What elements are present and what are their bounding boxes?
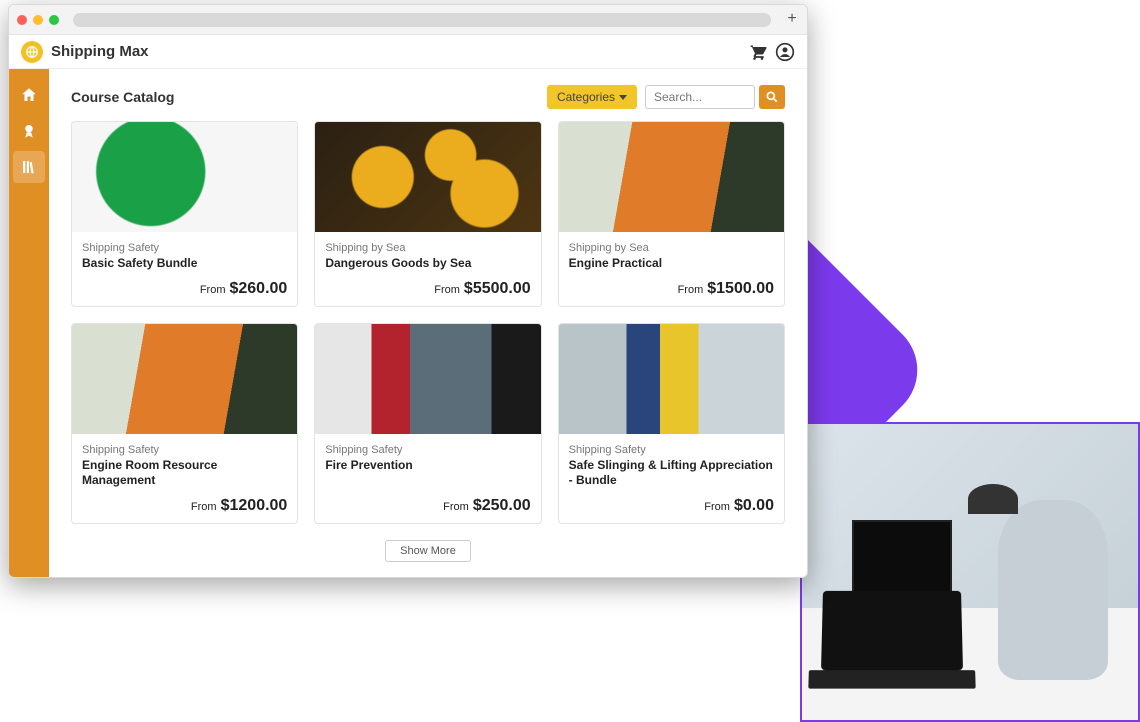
search-input[interactable] <box>645 85 755 109</box>
course-category: Shipping by Sea <box>569 242 774 254</box>
course-thumbnail <box>559 122 784 232</box>
globe-icon <box>21 41 43 63</box>
course-card[interactable]: Shipping Safety Basic Safety Bundle From… <box>71 121 298 307</box>
course-price: From$5500.00 <box>325 280 530 298</box>
course-title: Dangerous Goods by Sea <box>325 256 530 272</box>
window-max-dot[interactable] <box>49 15 59 25</box>
sidebar <box>9 69 49 577</box>
show-more-button[interactable]: Show More <box>385 540 471 562</box>
course-title: Engine Practical <box>569 256 774 272</box>
window-close-dot[interactable] <box>17 15 27 25</box>
sidebar-item-achievements[interactable] <box>13 115 45 147</box>
sidebar-item-library[interactable] <box>13 151 45 183</box>
course-category: Shipping by Sea <box>325 242 530 254</box>
course-thumbnail <box>315 122 540 232</box>
search-button[interactable] <box>759 85 785 109</box>
course-thumbnail <box>559 324 784 434</box>
course-thumbnail <box>72 122 297 232</box>
course-category: Shipping Safety <box>82 242 287 254</box>
sidebar-item-home[interactable] <box>13 79 45 111</box>
course-card[interactable]: Shipping Safety Engine Room Resource Man… <box>71 323 298 524</box>
page-title: Course Catalog <box>71 89 539 105</box>
course-title: Engine Room Resource Management <box>82 458 287 489</box>
course-category: Shipping Safety <box>325 444 530 456</box>
window-min-dot[interactable] <box>33 15 43 25</box>
address-bar[interactable] <box>73 13 771 27</box>
course-title: Basic Safety Bundle <box>82 256 287 272</box>
course-category: Shipping Safety <box>82 444 287 456</box>
course-price: From$260.00 <box>82 280 287 298</box>
course-thumbnail <box>315 324 540 434</box>
cart-icon[interactable] <box>747 42 767 62</box>
course-price: From$1200.00 <box>82 497 287 515</box>
course-grid: Shipping Safety Basic Safety Bundle From… <box>71 121 785 524</box>
course-price: From$0.00 <box>569 497 774 515</box>
browser-chrome: + <box>9 5 807 35</box>
course-price: From$250.00 <box>325 497 530 515</box>
categories-label: Categories <box>557 90 615 104</box>
course-title: Fire Prevention <box>325 458 530 489</box>
course-card[interactable]: Shipping by Sea Dangerous Goods by Sea F… <box>314 121 541 307</box>
course-card[interactable]: Shipping Safety Fire Prevention From$250… <box>314 323 541 524</box>
course-category: Shipping Safety <box>569 444 774 456</box>
course-thumbnail <box>72 324 297 434</box>
main-content: Course Catalog Categories <box>49 69 807 577</box>
browser-window: + Shipping Max <box>8 4 808 578</box>
categories-dropdown[interactable]: Categories <box>547 85 637 109</box>
course-card[interactable]: Shipping by Sea Engine Practical From$15… <box>558 121 785 307</box>
course-card[interactable]: Shipping Safety Safe Slinging & Lifting … <box>558 323 785 524</box>
new-tab-button[interactable]: + <box>785 13 799 27</box>
promo-photo <box>800 422 1140 722</box>
chevron-down-icon <box>619 95 627 100</box>
app-title: Shipping Max <box>51 43 739 60</box>
app-header: Shipping Max <box>9 35 807 69</box>
course-title: Safe Slinging & Lifting Appreciation - B… <box>569 458 774 489</box>
course-price: From$1500.00 <box>569 280 774 298</box>
account-icon[interactable] <box>775 42 795 62</box>
